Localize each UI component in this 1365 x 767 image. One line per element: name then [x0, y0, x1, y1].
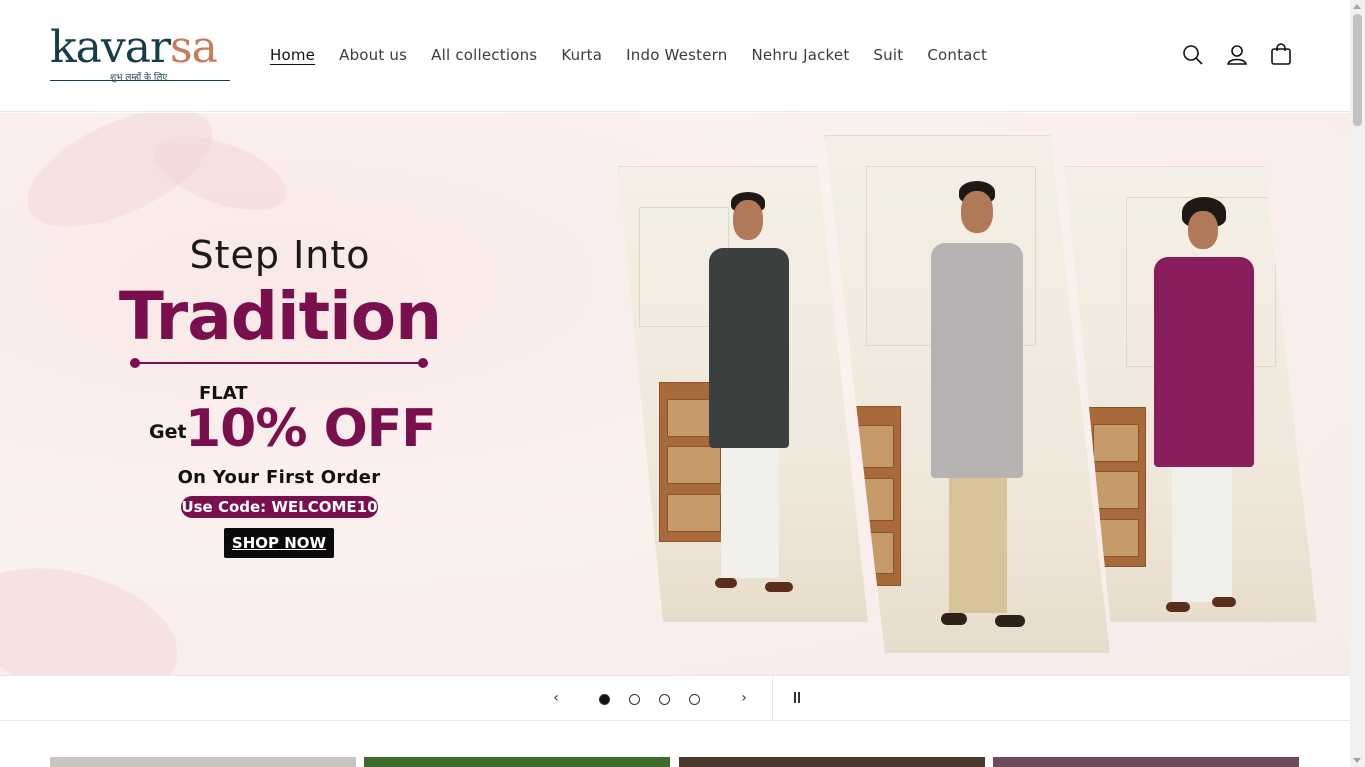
shop-now-button[interactable]: SHOP NOW: [224, 528, 334, 558]
scroll-up-arrow[interactable]: [1353, 4, 1361, 9]
nav-item-suit[interactable]: Suit: [873, 44, 903, 66]
collection-card-4[interactable]: [993, 757, 1299, 767]
offer-get-label: Get: [149, 421, 187, 443]
hero-heading-line2: Tradition: [118, 278, 442, 355]
search-icon[interactable]: [1180, 42, 1206, 68]
logo-underline: [50, 80, 230, 81]
hero-photo-center: [825, 135, 1110, 653]
page-scrollbar[interactable]: [1350, 0, 1365, 767]
controls-divider: [772, 676, 773, 721]
hero-heading-line1: Step Into: [189, 233, 371, 277]
model-figure: [901, 181, 1041, 651]
scroll-down-arrow[interactable]: [1353, 758, 1361, 763]
nav-item-indo-western[interactable]: Indo Western: [626, 44, 727, 66]
scrollbar-thumb[interactable]: [1353, 14, 1362, 126]
logo-wordmark: kavarsa: [50, 22, 218, 74]
slide-dot-1[interactable]: [599, 694, 610, 705]
model-figure: [679, 192, 809, 612]
logo-word-part1: kavar: [50, 22, 171, 73]
logo-tagline: शुभ लम्हों के लिए: [110, 73, 168, 83]
account-icon[interactable]: [1224, 42, 1250, 68]
slide-dot-4[interactable]: [689, 694, 700, 705]
brand-logo[interactable]: kavarsa शुभ लम्हों के लिए: [50, 22, 232, 88]
main-nav: Home About us All collections Kurta Indo…: [270, 44, 1011, 66]
slide-dot-3[interactable]: [659, 694, 670, 705]
site-header: kavarsa शुभ लम्हों के लिए Home About us …: [0, 0, 1350, 112]
promo-code-badge: Use Code: WELCOME10: [181, 496, 378, 518]
pause-icon[interactable]: [792, 692, 802, 704]
chevron-left-icon[interactable]: ‹: [548, 690, 564, 706]
header-icons: [1180, 42, 1312, 68]
offer-subtitle: On Your First Order: [177, 467, 381, 488]
hero-banner: Step Into Tradition FLAT Get 10% OFF On …: [0, 113, 1350, 675]
offer-discount: 10% OFF: [185, 399, 437, 459]
collection-card-3[interactable]: [679, 757, 985, 767]
nav-item-contact[interactable]: Contact: [927, 44, 987, 66]
nav-item-home[interactable]: Home: [270, 44, 315, 66]
hero-offer-text: Step Into Tradition FLAT Get 10% OFF On …: [0, 113, 560, 675]
hero-divider: [130, 358, 428, 368]
cart-icon[interactable]: [1268, 42, 1294, 68]
hero-photo-right: [1065, 166, 1317, 622]
nav-item-kurta[interactable]: Kurta: [561, 44, 602, 66]
nav-item-all-collections[interactable]: All collections: [431, 44, 537, 66]
model-figure: [1146, 197, 1266, 617]
collection-card-2[interactable]: [364, 757, 670, 767]
hero-photo-left: [618, 166, 868, 622]
slideshow-controls: ‹ ›: [0, 675, 1350, 721]
nav-item-about-us[interactable]: About us: [339, 44, 407, 66]
nav-item-nehru-jacket[interactable]: Nehru Jacket: [751, 44, 849, 66]
slide-dot-2[interactable]: [629, 694, 640, 705]
logo-word-part2: sa: [170, 22, 218, 73]
collection-card-1[interactable]: [50, 757, 356, 767]
chevron-right-icon[interactable]: ›: [736, 690, 752, 706]
